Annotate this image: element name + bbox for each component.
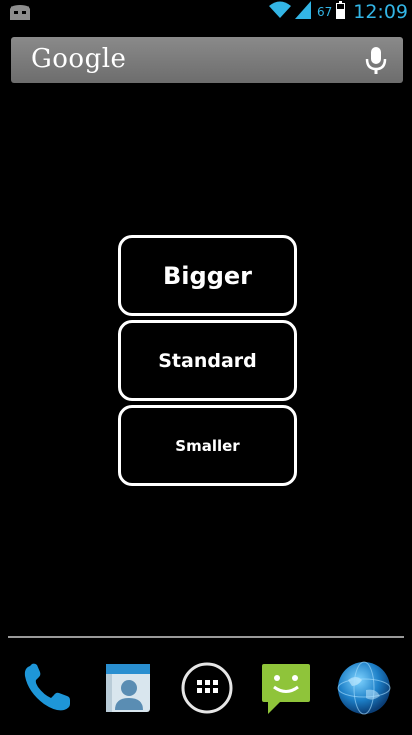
battery-percent: 67 <box>316 5 333 19</box>
standard-button[interactable]: Standard <box>118 320 297 401</box>
mic-icon[interactable] <box>363 46 389 76</box>
signal-icon <box>294 1 311 23</box>
phone-icon[interactable] <box>18 658 78 718</box>
wifi-icon <box>268 1 291 23</box>
smaller-button[interactable]: Smaller <box>118 405 297 486</box>
cyanogenmod-icon <box>8 2 32 22</box>
google-logo: Google <box>31 44 127 74</box>
home-screen: 67 12:09 Google Bigger Standard Smaller <box>0 0 412 735</box>
contacts-icon[interactable] <box>98 658 158 718</box>
dock-divider <box>8 636 404 638</box>
app-drawer-icon[interactable] <box>177 658 237 718</box>
status-right-group: 67 12:09 <box>268 0 408 24</box>
status-bar: 67 12:09 <box>0 0 412 24</box>
dock <box>0 650 412 730</box>
clock: 12:09 <box>353 1 408 23</box>
battery-icon <box>336 1 346 23</box>
bigger-button[interactable]: Bigger <box>118 235 297 316</box>
google-search-bar[interactable]: Google <box>11 37 403 83</box>
browser-icon[interactable] <box>334 658 394 718</box>
messaging-icon[interactable] <box>256 658 316 718</box>
